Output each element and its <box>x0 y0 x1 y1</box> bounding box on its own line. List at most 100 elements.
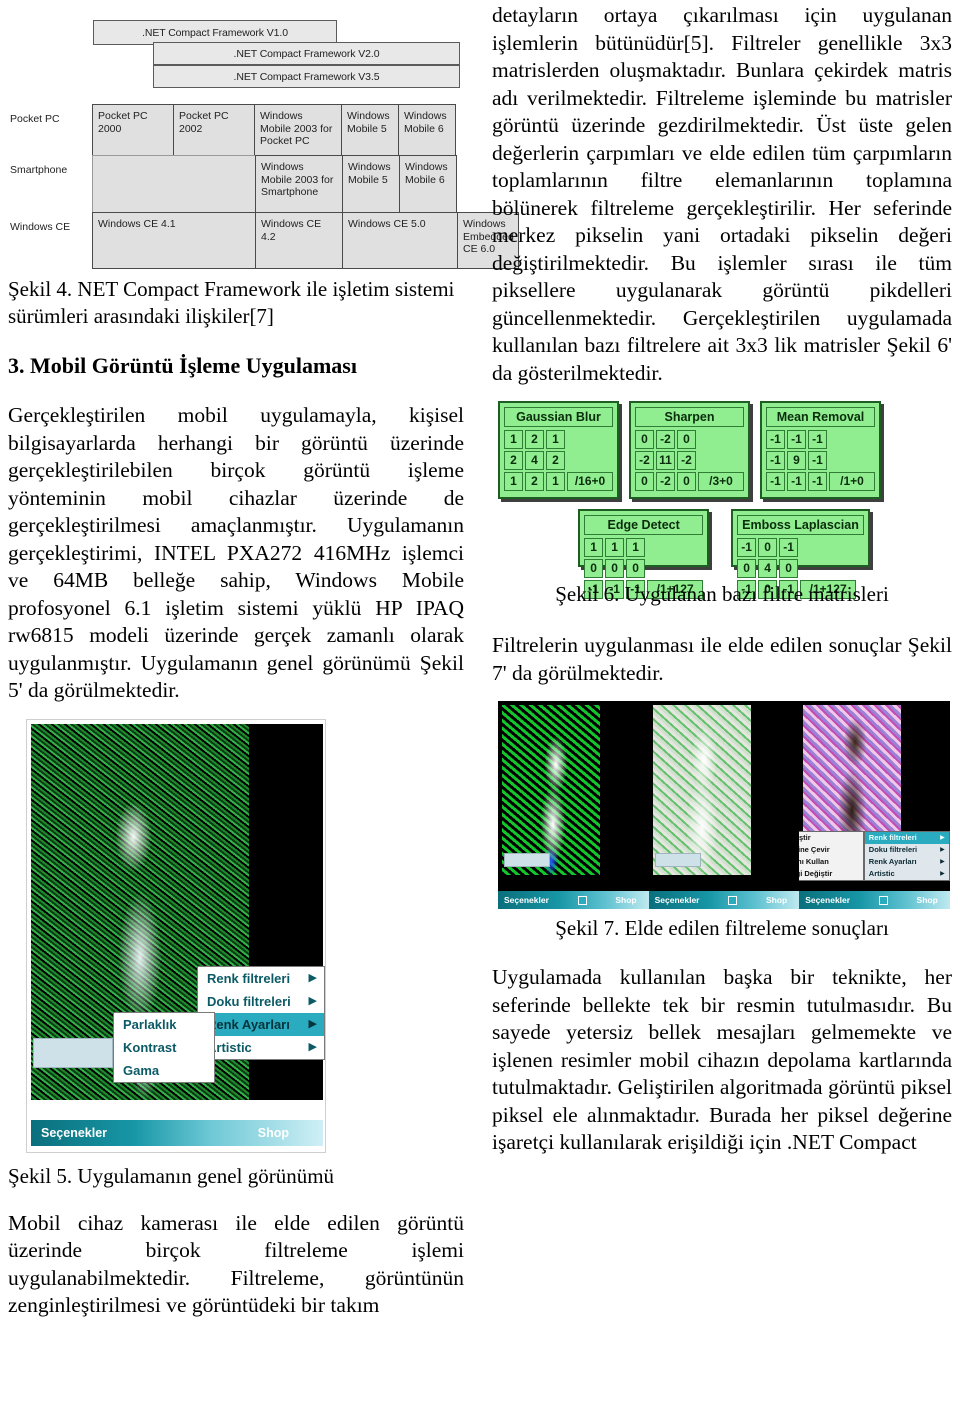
cell-pocketpc-2000: Pocket PC 2000 <box>92 104 174 156</box>
keyboard-icon[interactable] <box>878 895 888 905</box>
matrix-row: -1 -1 -1 <box>766 430 875 449</box>
menu-item-doku-filtreleri[interactable]: Doku filtreleri ▶ <box>198 990 324 1013</box>
matrix-cell: 0 <box>677 472 696 491</box>
menu-item-label: Artistic <box>868 869 895 878</box>
matrix-cell: 1 <box>546 430 565 449</box>
menu-item-renk-filtreleri[interactable]: Renk filtreleri ▶ <box>864 832 949 844</box>
right-paragraph-1: detayların ortaya çıkarılması için uygul… <box>492 3 952 385</box>
right-paragraph-2: Filtrelerin uygulanması ile elde edilen … <box>492 633 952 685</box>
submenu-item-gri-tonlarini-kullan[interactable]: Gri Tonlarını Kullan <box>799 856 863 868</box>
keyboard-icon[interactable] <box>728 895 738 905</box>
matrix-mean-removal: Mean Removal -1 -1 -1 -1 9 -1 -1 -1 -1 /… <box>760 401 881 499</box>
matrix-cell: 1 <box>546 472 565 491</box>
figure5-app-screenshot: Renk filtreleri ▶ Doku filtreleri ▶ Renk… <box>26 718 326 1153</box>
submenu-item-parlaklik[interactable]: Parlaklık <box>114 1013 214 1036</box>
menu-item-renk-filtreleri[interactable]: Renk filtreleri ▶ <box>198 967 324 990</box>
matrix-title: Sharpen <box>635 407 744 427</box>
figure4-dotnet-cf-diagram: .NET Compact Framework V1.0 .NET Compact… <box>8 10 519 272</box>
figure6-filter-matrices: Gaussian Blur 1 2 1 2 4 2 1 2 1 /16+0 Sh… <box>498 401 950 599</box>
matrix-row: 0 4 0 <box>737 559 864 578</box>
chevron-right-icon: ▶ <box>940 835 945 841</box>
chevron-right-icon: ▶ <box>940 847 945 853</box>
result-pane-2: Seçenekler Shop <box>648 701 800 909</box>
pane-taskbar: Seçenekler Shop <box>648 891 800 909</box>
left-paragraph-2: Mobil cihaz kamerası ile elde edilen gör… <box>8 1210 464 1318</box>
matrix-row: -1 0 -1 <box>737 538 864 557</box>
matrix-divisor: /1+0 <box>829 472 875 491</box>
figure7-submenu-renk-filtreleri[interactable]: Rengi Değiştir Rengi Tersine Çevir Gri T… <box>799 831 864 881</box>
menu-item-renk-ayarlari[interactable]: Renk Ayarları ▶ <box>198 1012 324 1036</box>
keyboard-icon[interactable] <box>577 895 587 905</box>
table-row: Smartphone Windows Mobile 2003 for Smart… <box>8 155 460 213</box>
matrix-row: 1 2 1 /16+0 <box>504 472 613 491</box>
submenu-item-kontrast[interactable]: Kontrast <box>114 1036 214 1059</box>
chevron-right-icon: ▶ <box>308 1017 317 1030</box>
menu-item-label: Doku filtreleri <box>207 993 291 1009</box>
menu-item-artistic[interactable]: Artistic ▶ <box>865 868 949 880</box>
taskbar-shop-button[interactable]: Shop <box>258 1126 289 1140</box>
figure7-context-menu-main[interactable]: Renk filtreleri ▶ Doku filtreleri ▶ Renk… <box>863 831 950 881</box>
matrix-cell: 0 <box>605 559 625 578</box>
matrix-cell: 1 <box>504 430 523 449</box>
cell-pocketpc-2002: Pocket PC 2002 <box>173 104 255 156</box>
taskbar-secenekler-button[interactable]: Seçenekler <box>805 895 850 905</box>
matrix-divisor: /16+0 <box>567 472 613 491</box>
pane-black-margin <box>600 701 649 909</box>
matrix-cell: -1 <box>787 472 806 491</box>
cell-wm6-smartphone: Windows Mobile 6 <box>399 155 457 213</box>
matrix-cell: 1 <box>504 472 523 491</box>
taskbar-secenekler-button[interactable]: Seçenekler <box>41 1126 107 1140</box>
taskbar-secenekler-button[interactable]: Seçenekler <box>655 895 700 905</box>
taskbar-shop-button[interactable]: Shop <box>615 895 636 905</box>
result-pane-3: Rengi Değiştir Rengi Tersine Çevir Gri T… <box>799 701 950 909</box>
context-submenu-renk-ayarlari[interactable]: Parlaklık Kontrast Gama <box>113 1011 215 1083</box>
taskbar-shop-button[interactable]: Shop <box>917 895 938 905</box>
matrix-row: 0 -2 0 <box>635 430 744 449</box>
left-column: .NET Compact Framework V1.0 .NET Compact… <box>0 0 519 1423</box>
figure7-results-screenshot: Seçenekler Shop Seçenekler Shop ştir ne … <box>498 701 950 909</box>
value-input-box[interactable] <box>33 1037 113 1068</box>
chevron-right-icon: ▶ <box>940 871 945 877</box>
menu-item-label: Doku filtreleri <box>868 845 918 854</box>
matrix-cell: 0 <box>758 538 778 557</box>
matrix-cell: -2 <box>635 451 654 470</box>
figure4-caption: Şekil 4. NET Compact Framework ile işlet… <box>8 277 455 328</box>
value-input-box[interactable] <box>654 853 701 867</box>
submenu-item-gama[interactable]: Gama <box>114 1059 214 1082</box>
matrix-row: -2 11 -2 <box>635 451 744 470</box>
menu-item-label: Renk Ayarları <box>868 857 917 866</box>
taskbar-shop-button[interactable]: Shop <box>766 895 787 905</box>
matrix-row-1: Gaussian Blur 1 2 1 2 4 2 1 2 1 /16+0 Sh… <box>498 401 950 499</box>
menu-item-doku-filtreleri[interactable]: Doku filtreleri ▶ <box>865 844 949 856</box>
row-label-pocket-pc: Pocket PC <box>10 113 60 125</box>
submenu-item-rengi-tersine-cevir[interactable]: Rengi Tersine Çevir <box>799 844 863 856</box>
cell-wince-42: Windows CE 4.2 <box>255 212 343 269</box>
matrix-edge-detect: Edge Detect 1 1 1 0 0 0 -1 -1 -1 /1+127 <box>578 509 710 599</box>
matrix-cell: -1 <box>808 451 827 470</box>
matrix-cell: -1 <box>808 472 827 491</box>
pane-taskbar: Seçenekler Shop <box>498 891 649 909</box>
matrix-cell: -2 <box>656 430 675 449</box>
menu-item-renk-ayarlari[interactable]: Renk Ayarları ▶ <box>865 856 949 868</box>
context-menu-main[interactable]: Renk filtreleri ▶ Doku filtreleri ▶ Renk… <box>197 965 325 1060</box>
matrix-cell: 0 <box>635 430 654 449</box>
right-column: detayların ortaya çıkarılması için uygul… <box>480 0 960 1423</box>
matrix-cell: 2 <box>525 472 544 491</box>
value-input-box[interactable] <box>504 853 550 867</box>
matrix-row-2: Edge Detect 1 1 1 0 0 0 -1 -1 -1 /1+127 … <box>498 509 950 599</box>
matrix-cell: 2 <box>546 451 565 470</box>
submenu-item-rengi-degistir[interactable]: Rengi Değiştir <box>799 832 863 844</box>
menu-item-artistic[interactable]: Artistic ▶ <box>198 1036 324 1059</box>
submenu-item-secili-rengi-degistir[interactable]: Seçili Rengi Değiştir <box>799 868 863 880</box>
pane-black-margin <box>750 701 800 909</box>
matrix-cell: 1 <box>605 538 625 557</box>
matrix-row: -1 -1 -1 /1+0 <box>766 472 875 491</box>
matrix-title: Emboss Laplascian <box>737 515 864 535</box>
matrix-emboss-laplascian: Emboss Laplascian -1 0 -1 0 4 0 -1 0 -1 … <box>731 509 870 599</box>
figure7-caption: Şekil 7. Elde edilen filtreleme sonuçlar… <box>555 916 889 940</box>
taskbar-secenekler-button[interactable]: Seçenekler <box>504 895 549 905</box>
cf-bar-v2: .NET Compact Framework V2.0 <box>153 42 460 65</box>
matrix-cell: -1 <box>737 538 757 557</box>
matrix-cell: 0 <box>626 559 646 578</box>
row-label-windows-ce: Windows CE <box>10 221 71 233</box>
